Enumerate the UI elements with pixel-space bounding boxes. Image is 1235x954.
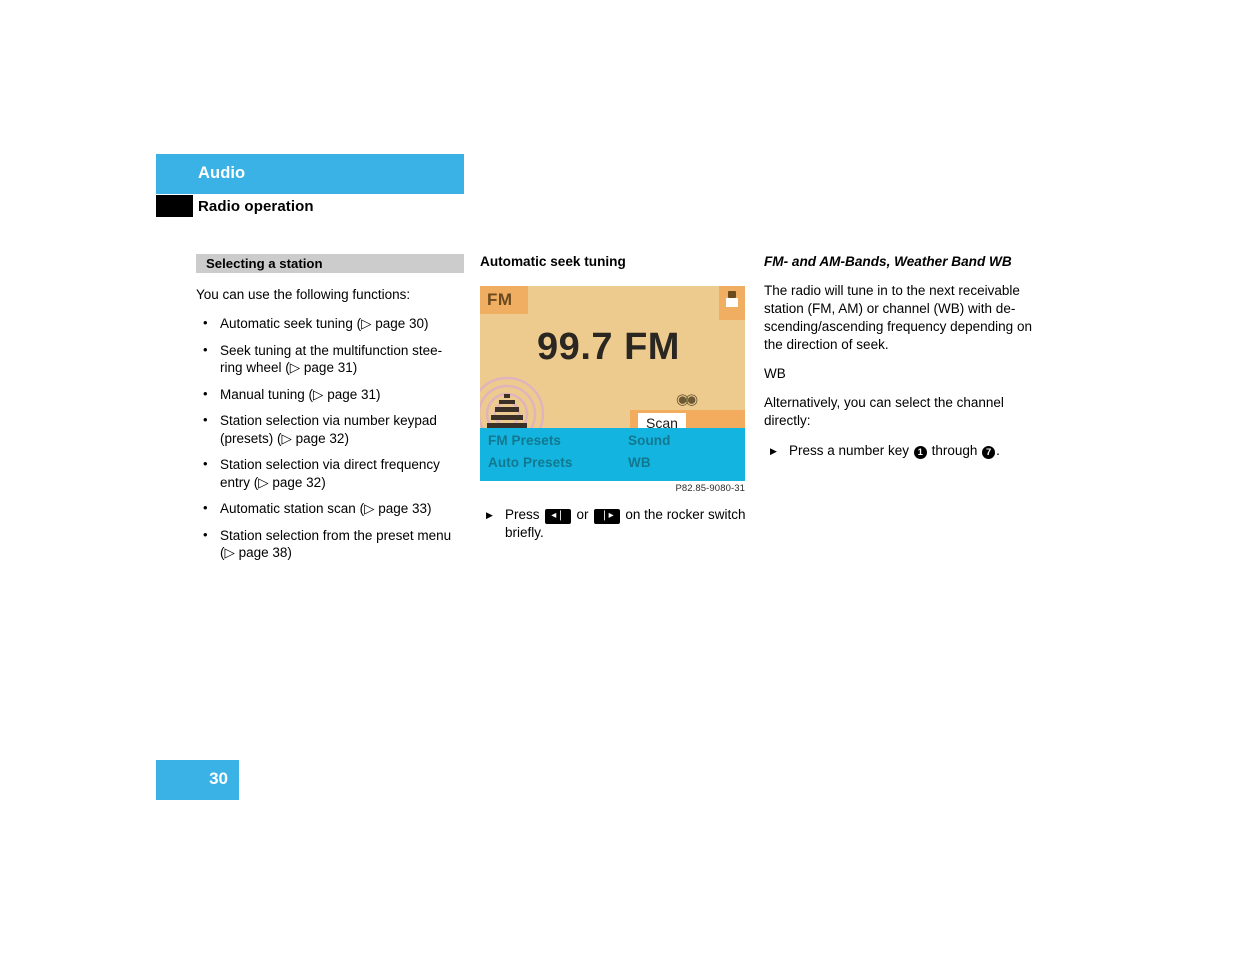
band-badge: FM: [480, 286, 528, 314]
stereo-icon: ◉◉: [676, 391, 698, 408]
traffic-info-icon: [719, 286, 745, 320]
number-key-1-icon[interactable]: 1: [913, 446, 927, 459]
paragraph-alternative: Alternatively, you can select the channe…: [764, 395, 1004, 428]
step-middle: through: [931, 443, 978, 458]
chapter-title: Audio: [198, 164, 246, 182]
intro-text: You can use the following functions:: [196, 287, 411, 302]
radio-screen: FM 99.7 FM ◉◉ Scan FM Presets Auto Prese…: [480, 286, 745, 481]
manual-page: Audio Radio operation Selecting a statio…: [0, 0, 1235, 954]
instruction-step: Press ◂❘ or ❘▸ on the rocker switch brie…: [480, 506, 748, 542]
step-period: .: [996, 443, 1000, 458]
list-item: Station selection from the preset menu (…: [196, 526, 464, 562]
function-list: Automatic seek tuning (▷ page 30) Seek t…: [196, 314, 464, 562]
label-wb: WB: [764, 366, 786, 381]
step-separator: or: [576, 507, 589, 522]
menu-item-auto-presets[interactable]: Auto Presets: [488, 455, 572, 470]
section-title: Radio operation: [198, 198, 314, 215]
menu-item-sound[interactable]: Sound: [628, 433, 671, 448]
list-item: Manual tuning (▷ page 31): [196, 385, 464, 404]
right-column: FM- and AM-Bands, Weather Band WB The ra…: [764, 254, 1032, 460]
band-badge-label: FM: [487, 290, 513, 309]
list-item: Automatic station scan (▷ page 33): [196, 499, 464, 518]
list-item: Automatic seek tuning (▷ page 30): [196, 314, 464, 333]
list-item: Station selection via number keypad (pre…: [196, 411, 464, 447]
page-number-badge: 30: [156, 760, 239, 800]
subsection-heading: Selecting a station: [196, 254, 464, 273]
number-key-7-icon[interactable]: 7: [982, 446, 996, 459]
right-column-heading: FM- and AM-Bands, Weather Band WB: [764, 254, 1012, 269]
chapter-marker-tab: [156, 195, 193, 217]
middle-column-heading: Automatic seek tuning: [480, 254, 626, 269]
menu-item-wb[interactable]: WB: [628, 455, 651, 470]
step-prefix: Press: [505, 507, 540, 522]
radio-display-figure: FM 99.7 FM ◉◉ Scan FM Presets Auto Prese…: [480, 286, 745, 494]
menu-item-fm-presets[interactable]: FM Presets: [488, 433, 561, 448]
rocker-next-icon[interactable]: ❘▸: [594, 509, 620, 524]
instruction-step-number-key: Press a number key 1 through 7.: [764, 442, 1032, 460]
rocker-previous-icon[interactable]: ◂❘: [545, 509, 571, 524]
list-item: Seek tuning at the multifunction stee-ri…: [196, 341, 464, 377]
chapter-header-bar: Audio: [156, 154, 464, 194]
middle-column: Automatic seek tuning FM 99.7 FM ◉◉ Scan…: [480, 254, 748, 542]
left-column: Selecting a station You can use the foll…: [196, 254, 464, 571]
paragraph-bands: The radio will tune in to the next recei…: [764, 283, 1032, 352]
page-number: 30: [209, 769, 228, 788]
step-suffix: on the rocker switch briefly.: [505, 507, 746, 540]
traffic-info-icon-body: [726, 298, 738, 307]
radio-menu-bar: FM Presets Auto Presets Sound WB: [480, 428, 745, 481]
step-prefix: Press a number key: [789, 443, 910, 458]
traffic-info-icon-top: [728, 291, 736, 298]
figure-caption: P82.85-9080-31: [675, 483, 745, 494]
list-item: Station selection via direct frequency e…: [196, 455, 464, 491]
